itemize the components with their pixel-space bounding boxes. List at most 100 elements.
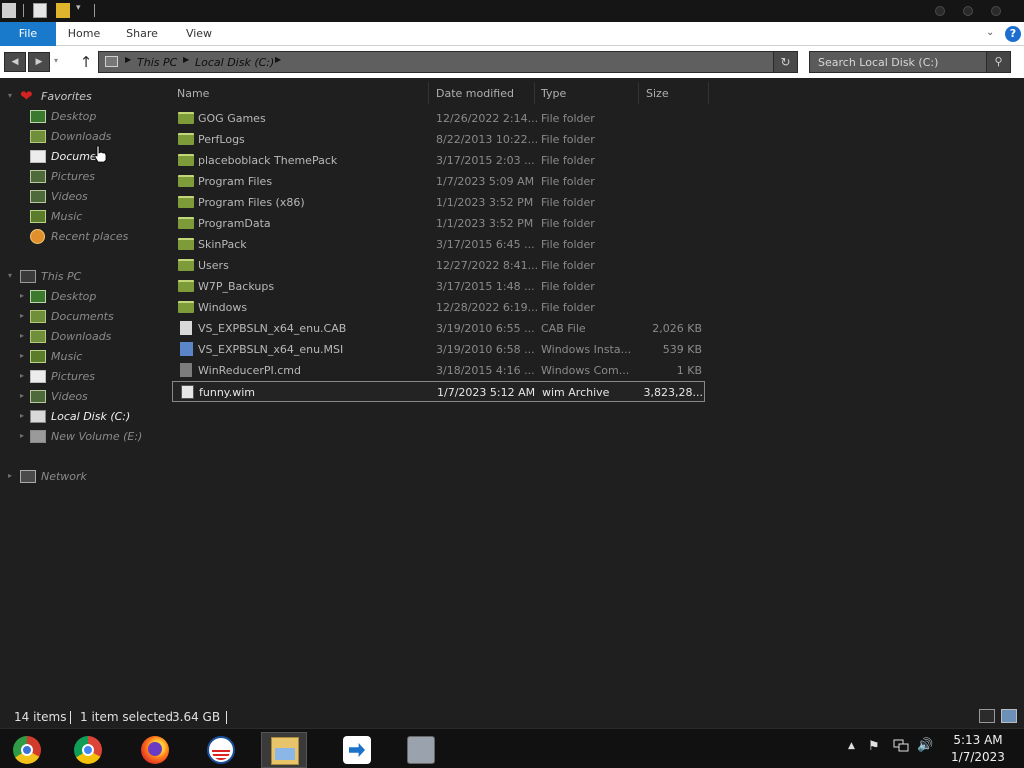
expand-arrow-icon[interactable]: ▸ xyxy=(20,331,28,340)
new-folder-icon[interactable] xyxy=(56,3,70,18)
refresh-button[interactable]: ↻ xyxy=(773,52,797,72)
expand-arrow-icon[interactable]: ▸ xyxy=(20,351,28,360)
large-icons-view-icon[interactable] xyxy=(1001,709,1017,723)
network-status-icon[interactable] xyxy=(893,738,909,752)
expand-chevron-icon[interactable]: ▾ xyxy=(8,271,16,280)
videos-icon xyxy=(30,390,46,403)
column-divider[interactable] xyxy=(708,82,709,104)
file-type: Windows Insta... xyxy=(541,343,632,356)
column-divider[interactable] xyxy=(638,82,639,104)
nav-favorites-desktop[interactable]: Desktop xyxy=(0,108,166,126)
expand-arrow-icon[interactable]: ▸ xyxy=(20,311,28,320)
forward-button[interactable]: ▶ xyxy=(28,52,50,72)
file-row[interactable]: ProgramData 1/1/2023 3:52 PM File folder xyxy=(172,213,705,234)
nav-favorites[interactable]: ▾ ❤ Favorites xyxy=(0,88,166,106)
clock-date[interactable]: 1/7/2023 xyxy=(936,750,1020,764)
file-row[interactable]: Users 12/27/2022 8:41... File folder xyxy=(172,255,705,276)
nav-pc-documents[interactable]: ▸ Documents xyxy=(0,308,166,326)
breadcrumb-local-disk[interactable]: Local Disk (C:) xyxy=(195,56,274,69)
back-button[interactable]: ◀ xyxy=(4,52,26,72)
help-icon[interactable]: ? xyxy=(1005,26,1021,42)
breadcrumb-this-pc[interactable]: This PC xyxy=(137,56,177,69)
volume-icon[interactable]: 🔊 xyxy=(917,738,933,753)
search-icon[interactable]: ⚲ xyxy=(986,52,1010,72)
action-center-flag-icon[interactable]: ⚑ xyxy=(868,739,880,754)
taskbar-chrome[interactable] xyxy=(65,732,111,768)
nav-pc-local-disk[interactable]: ▸ Local Disk (C:) xyxy=(0,408,166,426)
breadcrumb-arrow-icon[interactable]: ▶ xyxy=(183,55,189,64)
folder-icon xyxy=(178,154,194,166)
nav-pc-new-volume[interactable]: ▸ New Volume (E:) xyxy=(0,428,166,446)
file-row[interactable]: placeboblack ThemePack 3/17/2015 2:03 ...… xyxy=(172,150,705,171)
file-row[interactable]: WinReducerPI.cmd 3/18/2015 4:16 ... Window… xyxy=(172,360,705,381)
nav-pc-pictures[interactable]: ▸ Pictures xyxy=(0,368,166,386)
column-divider[interactable] xyxy=(428,82,429,104)
clock-time[interactable]: 5:13 AM xyxy=(936,733,1020,747)
file-row[interactable]: VS_EXPBSLN_x64_enu.CAB 3/19/2010 6:55 ...… xyxy=(172,318,705,339)
taskbar-teamviewer[interactable] xyxy=(334,732,380,768)
taskbar-chrome-os[interactable] xyxy=(4,732,50,768)
nav-pc-music[interactable]: ▸ Music xyxy=(0,348,166,366)
recent-locations-icon[interactable]: ▾ xyxy=(54,56,58,65)
file-row[interactable]: VS_EXPBSLN_x64_enu.MSI 3/19/2010 6:58 ...… xyxy=(172,339,705,360)
nav-favorites-music[interactable]: Music xyxy=(0,208,166,226)
file-row[interactable]: GOG Games 12/26/2022 2:14... File folder xyxy=(172,108,705,129)
tab-view[interactable]: View xyxy=(177,22,221,46)
file-row[interactable]: PerfLogs 8/22/2013 10:22... File folder xyxy=(172,129,705,150)
file-row[interactable]: W7P_Backups 3/17/2015 1:48 ... File folder xyxy=(172,276,705,297)
downloads-icon xyxy=(30,130,46,143)
customize-quick-access-icon[interactable]: ▾ xyxy=(76,3,90,18)
column-header-type[interactable]: Type xyxy=(541,84,566,104)
taskbar-obama-app[interactable] xyxy=(198,732,244,768)
close-button[interactable] xyxy=(991,6,1001,16)
expand-arrow-icon[interactable]: ▸ xyxy=(20,411,28,420)
nav-pc-downloads[interactable]: ▸ Downloads xyxy=(0,328,166,346)
window-menu-icon[interactable] xyxy=(2,3,16,18)
address-bar[interactable]: ▶ This PC ▶ Local Disk (C:) ▶ ↻ xyxy=(98,51,798,73)
tab-share[interactable]: Share xyxy=(120,22,164,46)
nav-favorites-videos[interactable]: Videos xyxy=(0,188,166,206)
file-row[interactable]: Windows 12/28/2022 6:19... File folder xyxy=(172,297,705,318)
tab-file[interactable]: File xyxy=(0,22,56,46)
expand-chevron-icon[interactable]: ▾ xyxy=(8,91,16,100)
maximize-button[interactable] xyxy=(963,6,973,16)
properties-icon[interactable] xyxy=(33,3,47,18)
expand-arrow-icon[interactable]: ▸ xyxy=(20,291,28,300)
breadcrumb-arrow-icon[interactable]: ▶ xyxy=(125,55,131,64)
show-hidden-icons-icon[interactable]: ▲ xyxy=(848,741,855,751)
taskbar-file-explorer[interactable] xyxy=(261,732,307,768)
expand-arrow-icon[interactable]: ▸ xyxy=(20,371,28,380)
tab-home[interactable]: Home xyxy=(62,22,106,46)
minimize-button[interactable] xyxy=(935,6,945,16)
column-header-date[interactable]: Date modified xyxy=(436,84,514,104)
breadcrumb-arrow-icon[interactable]: ▶ xyxy=(275,55,281,64)
nav-item-label: Pictures xyxy=(51,370,96,383)
search-input[interactable]: Search Local Disk (C:) ⚲ xyxy=(809,51,1011,73)
expand-ribbon-icon[interactable]: ⌄ xyxy=(986,27,994,38)
expand-arrow-icon[interactable]: ▸ xyxy=(8,471,16,480)
nav-favorites-downloads[interactable]: Downloads xyxy=(0,128,166,146)
file-row[interactable]: SkinPack 3/17/2015 6:45 ... File folder xyxy=(172,234,705,255)
column-divider[interactable] xyxy=(534,82,535,104)
nav-network[interactable]: ▸ Network xyxy=(0,468,166,486)
file-row[interactable]: funny.wim 1/7/2023 5:12 AM wim Archive 3,82… xyxy=(172,381,705,402)
nav-pc-videos[interactable]: ▸ Videos xyxy=(0,388,166,406)
column-header-size[interactable]: Size xyxy=(646,84,669,104)
search-placeholder: Search Local Disk (C:) xyxy=(818,56,939,69)
nav-favorites-pictures[interactable]: Pictures xyxy=(0,168,166,186)
nav-pc-desktop[interactable]: ▸ Desktop xyxy=(0,288,166,306)
nav-this-pc[interactable]: ▾ This PC xyxy=(0,268,166,286)
details-view-icon[interactable] xyxy=(979,709,995,723)
expand-arrow-icon[interactable]: ▸ xyxy=(20,431,28,440)
taskbar-firefox[interactable] xyxy=(132,732,178,768)
nav-favorites-recent-places[interactable]: Recent places xyxy=(0,228,166,246)
file-name: Program Files xyxy=(198,175,273,188)
column-header-name[interactable]: Name xyxy=(177,84,209,104)
expand-arrow-icon[interactable]: ▸ xyxy=(20,391,28,400)
up-arrow-icon[interactable]: ↑ xyxy=(78,52,94,72)
file-row[interactable]: Program Files 1/7/2023 5:09 AM File folder xyxy=(172,171,705,192)
nav-favorites-documents[interactable]: Documents xyxy=(0,148,166,166)
file-type: CAB File xyxy=(541,322,586,335)
file-row[interactable]: Program Files (x86) 1/1/2023 3:52 PM File … xyxy=(172,192,705,213)
taskbar-archive-tool[interactable] xyxy=(398,732,444,768)
